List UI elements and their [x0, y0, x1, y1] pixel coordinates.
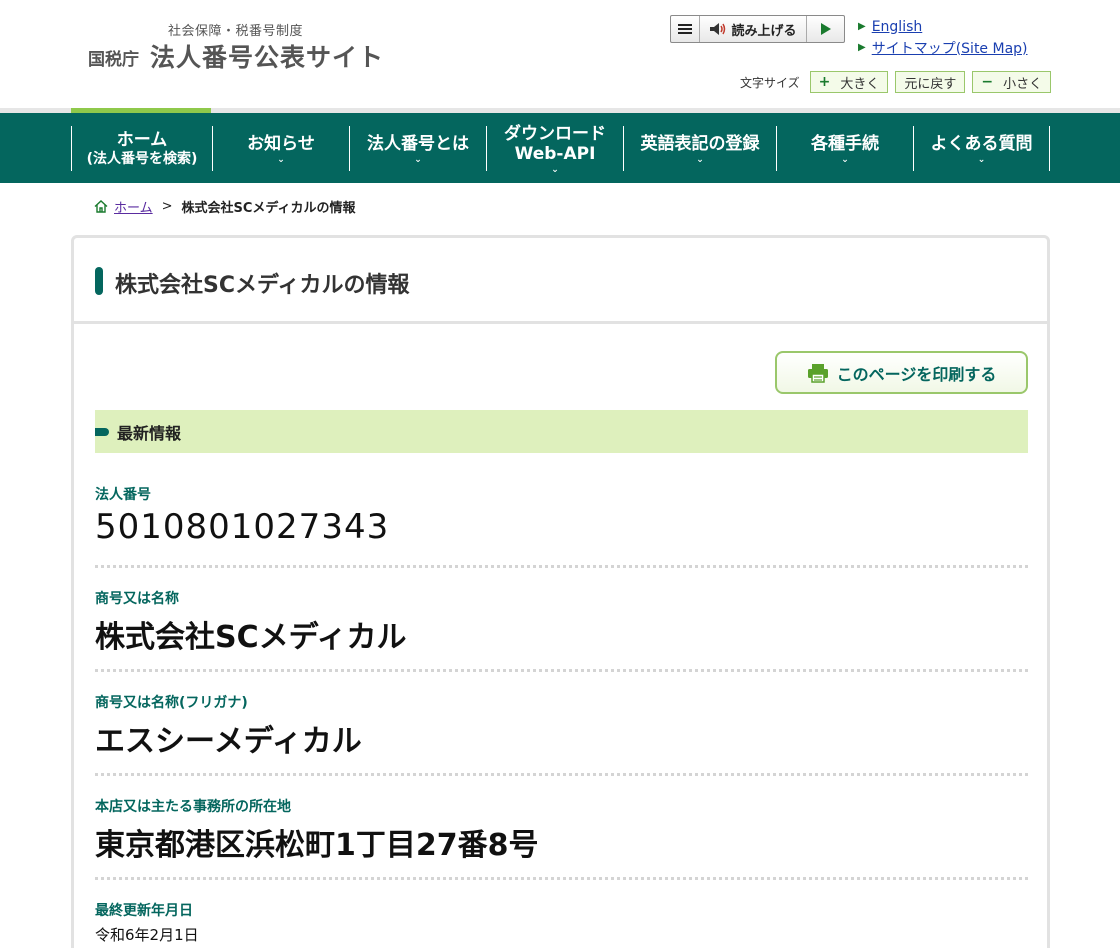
nav-english-registration[interactable]: 英語表記の登録 ⌄: [623, 126, 776, 171]
font-size-label: 文字サイズ: [740, 75, 800, 90]
sitemap-link[interactable]: サイトマップ(Site Map): [872, 38, 1028, 58]
nav-download[interactable]: ダウンロード Web-API ⌄: [486, 124, 623, 175]
plus-icon: +: [818, 74, 831, 90]
logo-agency: 国税庁: [88, 50, 139, 70]
english-link-row: ▶ English: [858, 16, 1028, 37]
nav-about[interactable]: 法人番号とは ⌄: [349, 126, 486, 171]
field-label: 商号又は名称(フリガナ): [95, 695, 248, 711]
logo-title: 法人番号公表サイト: [150, 43, 385, 72]
chevron-down-icon: ⌄: [841, 154, 849, 165]
english-link[interactable]: English: [872, 19, 923, 35]
divider: [95, 773, 1028, 776]
font-reset-button[interactable]: 元に戻す: [895, 71, 966, 93]
breadcrumb: ホーム > 株式会社SCメディカルの情報: [94, 197, 356, 216]
minus-icon: −: [981, 74, 994, 90]
field-value: 株式会社SCメディカル: [95, 620, 407, 655]
read-aloud-button[interactable]: 読み上げる: [700, 16, 807, 42]
play-icon: [820, 23, 831, 35]
nav-faq[interactable]: よくある質問 ⌄: [913, 126, 1050, 171]
divider: [95, 565, 1028, 568]
divider: [95, 877, 1028, 880]
field-label: 最終更新年月日: [95, 903, 193, 919]
global-nav: ホーム (法人番号を検索) お知らせ ⌄ 法人番号とは ⌄ ダウンロード Web…: [0, 113, 1120, 183]
title-accent-bar: [95, 267, 103, 295]
field-trade-name-kana: 商号又は名称(フリガナ) エスシーメディカル: [95, 692, 1028, 776]
breadcrumb-separator: >: [161, 199, 173, 214]
menu-icon: [678, 24, 692, 26]
divider: [95, 669, 1028, 672]
sitemap-link-row: ▶ サイトマップ(Site Map): [858, 37, 1028, 58]
field-value: 5010801027343: [95, 507, 390, 547]
chevron-down-icon: ⌄: [414, 154, 422, 165]
section-header-latest: 最新情報: [95, 410, 1028, 453]
field-value: エスシーメディカル: [95, 724, 362, 759]
nav-procedures[interactable]: 各種手続 ⌄: [776, 126, 913, 171]
panel-header: 株式会社SCメディカルの情報: [74, 238, 1047, 324]
chevron-right-icon: ▶: [858, 42, 866, 53]
chevron-down-icon: ⌄: [277, 154, 285, 165]
field-trade-name: 商号又は名称 株式会社SCメディカル: [95, 588, 1028, 672]
field-head-office-address: 本店又は主たる事務所の所在地 東京都港区浜松町1丁目27番8号: [95, 796, 1028, 880]
field-label: 本店又は主たる事務所の所在地: [95, 799, 291, 815]
read-aloud-menu-button[interactable]: [671, 16, 700, 42]
font-larger-button[interactable]: + 大きく: [809, 71, 889, 93]
chevron-down-icon: ⌄: [551, 164, 559, 175]
home-icon: [94, 200, 108, 213]
logo-subtitle: 社会保障・税番号制度: [168, 24, 304, 39]
play-button[interactable]: [807, 16, 844, 42]
site-header: 社会保障・税番号制度 国税庁 法人番号公表サイト 読み上げる ▶ English…: [0, 0, 1120, 108]
field-label: 法人番号: [95, 487, 151, 503]
font-size-controls: 文字サイズ + 大きく 元に戻す − 小さく: [740, 71, 1052, 93]
nav-news[interactable]: お知らせ ⌄: [212, 126, 349, 171]
header-links: ▶ English ▶ サイトマップ(Site Map): [858, 16, 1028, 58]
chevron-down-icon: ⌄: [977, 154, 986, 165]
section-title: 最新情報: [117, 423, 182, 443]
read-aloud-toolbar: 読み上げる: [670, 15, 845, 43]
font-smaller-button[interactable]: − 小さく: [972, 71, 1052, 93]
field-corporate-number: 法人番号 5010801027343: [95, 484, 1028, 568]
print-button-label: このページを印刷する: [836, 364, 997, 384]
printer-icon: [807, 363, 828, 383]
field-last-updated: 最終更新年月日 令和6年2月1日: [95, 900, 1028, 945]
section-marker: [95, 427, 109, 436]
read-aloud-label: 読み上げる: [731, 23, 797, 39]
corporation-info-panel: 株式会社SCメディカルの情報 このページを印刷する 最新情報 法人番号 5010…: [71, 235, 1050, 948]
speaker-icon: [710, 23, 726, 35]
chevron-down-icon: ⌄: [696, 154, 704, 165]
nav-home[interactable]: ホーム (法人番号を検索): [71, 126, 212, 171]
field-label: 商号又は名称: [95, 591, 179, 607]
field-value: 令和6年2月1日: [95, 926, 199, 944]
chevron-right-icon: ▶: [858, 21, 866, 32]
print-button[interactable]: このページを印刷する: [775, 351, 1028, 394]
page-title: 株式会社SCメディカルの情報: [115, 273, 410, 298]
field-value: 東京都港区浜松町1丁目27番8号: [95, 828, 539, 863]
breadcrumb-current: 株式会社SCメディカルの情報: [181, 201, 356, 216]
breadcrumb-home-link[interactable]: ホーム: [114, 197, 153, 216]
